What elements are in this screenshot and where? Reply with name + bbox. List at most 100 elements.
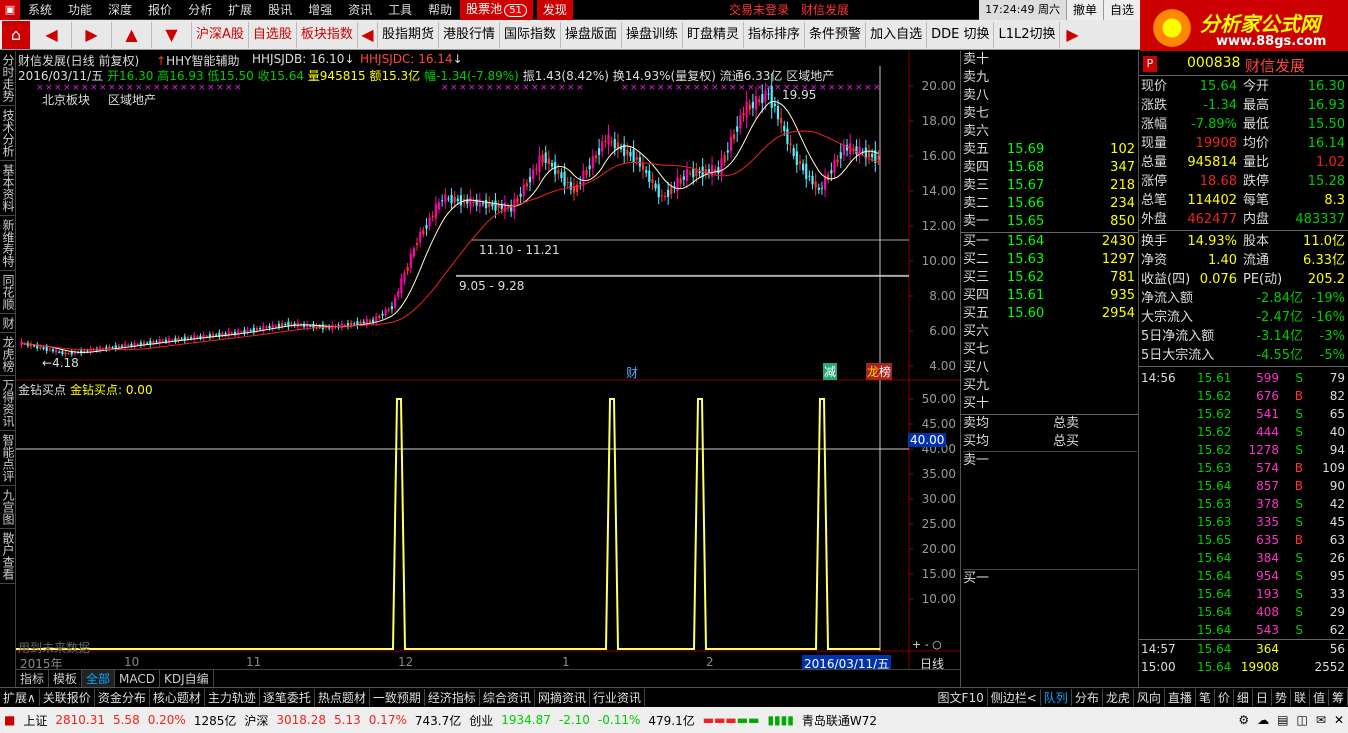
menu-news[interactable]: 股讯	[260, 0, 300, 20]
bottom-tab-4[interactable]: 主力轨迹	[205, 689, 260, 706]
bottom-right-tab-4[interactable]: 龙虎	[1103, 689, 1134, 706]
sell-row[interactable]: 卖七	[963, 105, 1137, 123]
sb-icon-b[interactable]: ☁	[1253, 713, 1273, 727]
bottom-right-tab-12[interactable]: 联	[1291, 689, 1310, 706]
left-tab-1[interactable]: 技术分析	[0, 106, 16, 161]
tb-intl-index[interactable]: 国际指数	[500, 21, 561, 48]
menu-depth[interactable]: 深度	[100, 0, 140, 20]
sell-row[interactable]: 卖四 15.68 347	[963, 159, 1137, 177]
sell-row[interactable]: 卖五 15.69 102	[963, 141, 1137, 159]
bottom-tab-8[interactable]: 经济指标	[425, 689, 480, 706]
sb-icon-e[interactable]: ✉	[1312, 713, 1330, 727]
bottom-right-tab-5[interactable]: 风向	[1134, 689, 1165, 706]
tab-kdj[interactable]: KDJ自编	[160, 669, 214, 688]
left-tab-10[interactable]: 散户查看	[0, 529, 16, 584]
menu-help[interactable]: 帮助	[420, 0, 460, 20]
tag-bang[interactable]: 龙榜	[866, 363, 893, 380]
sell-row[interactable]: 卖十	[963, 51, 1137, 69]
menu-info[interactable]: 资讯	[340, 0, 380, 20]
bottom-right-tab-2[interactable]: 队列	[1041, 689, 1072, 706]
sell-row[interactable]: 卖六	[963, 123, 1137, 141]
tb-sector-index[interactable]: 板块指数	[297, 21, 358, 48]
left-tab-4[interactable]: 同花顺	[0, 271, 16, 314]
trade-status[interactable]: 交易未登录	[723, 1, 795, 18]
bottom-tab-10[interactable]: 网摘资讯	[535, 689, 590, 706]
menu-tools[interactable]: 工具	[380, 0, 420, 20]
tag-jian[interactable]: 减	[823, 363, 838, 380]
tb-watchlist[interactable]: 自选股	[249, 21, 297, 48]
p-icon[interactable]: P	[1143, 56, 1157, 72]
withdraw-button[interactable]: 撤单	[1065, 0, 1103, 20]
sell-row[interactable]: 卖二 15.66 234	[963, 195, 1137, 213]
auto-button[interactable]: 自选	[1102, 0, 1140, 20]
bottom-right-tab-9[interactable]: 细	[1234, 689, 1253, 706]
bottom-right-tab-6[interactable]: 直播	[1165, 689, 1196, 706]
hs-label[interactable]: 沪深	[240, 712, 272, 729]
tb-l1l2[interactable]: L1L2切换	[994, 21, 1061, 48]
bottom-right-tab-1[interactable]: 侧边栏<	[988, 689, 1041, 706]
bottom-right-tab-8[interactable]: 价	[1215, 689, 1234, 706]
tb-monitor[interactable]: 盯盘精灵	[683, 21, 745, 48]
tb-dde[interactable]: DDE 切换	[927, 21, 995, 48]
buy-row[interactable]: 买三 15.62 781	[963, 269, 1137, 287]
discover-button[interactable]: 发现	[536, 0, 573, 20]
sb-icon-a[interactable]: ⚙	[1234, 713, 1253, 727]
tb-training[interactable]: 操盘训练	[622, 21, 684, 48]
bottom-tab-2[interactable]: 资金分布	[95, 689, 150, 706]
sb-icon-f[interactable]: ✕	[1330, 713, 1348, 727]
region-realestate[interactable]: 区域地产	[108, 91, 156, 108]
home-icon[interactable]: ⌂	[2, 20, 30, 49]
bottom-right-tab-7[interactable]: 笔	[1196, 689, 1215, 706]
left-tab-6[interactable]: 龙虎榜	[0, 333, 16, 376]
bottom-right-tab-11[interactable]: 势	[1272, 689, 1291, 706]
back-arrow-icon[interactable]: ◀	[32, 21, 72, 48]
menu-enhance[interactable]: 增强	[300, 0, 340, 20]
left-tab-2[interactable]: 基本资料	[0, 161, 16, 216]
kline-chart-area[interactable]: 4.00 6.00 8.00 10.00 12.00 14.00 16.00 18.00 20.…	[16, 51, 960, 672]
menu-quote[interactable]: 报价	[140, 0, 180, 20]
buy-row[interactable]: 买九	[963, 377, 1137, 395]
buy-row[interactable]: 买一 15.64 2430	[963, 233, 1137, 251]
buy-row[interactable]: 买七	[963, 341, 1137, 359]
bottom-tab-0[interactable]: 扩展∧	[0, 689, 40, 706]
tb-left-icon[interactable]: ◀	[358, 21, 378, 48]
bottom-tab-11[interactable]: 行业资讯	[590, 689, 645, 706]
sh-label[interactable]: 上证	[19, 712, 51, 729]
up-arrow-icon[interactable]: ▲	[112, 21, 152, 48]
app-logo-icon[interactable]: ▣	[0, 0, 20, 20]
menu-extend[interactable]: 扩展	[220, 0, 260, 20]
bottom-tab-3[interactable]: 核心题材	[150, 689, 205, 706]
sell-row[interactable]: 卖八	[963, 87, 1137, 105]
bottom-tab-7[interactable]: 一致预期	[370, 689, 425, 706]
tab-template[interactable]: 模板	[49, 669, 83, 688]
bottom-right-tab-14[interactable]: 筹	[1329, 689, 1348, 706]
left-tab-3[interactable]: 新维寿特	[0, 216, 16, 271]
sell-row[interactable]: 卖三 15.67 218	[963, 177, 1137, 195]
left-tab-9[interactable]: 九宫图	[0, 486, 16, 529]
tab-macd[interactable]: MACD	[115, 669, 161, 688]
buy-row[interactable]: 买二 15.63 1297	[963, 251, 1137, 269]
buy-row[interactable]: 买十	[963, 395, 1137, 413]
stock-pool-button[interactable]: 股票池 51	[460, 0, 533, 21]
buy-row[interactable]: 买四 15.61 935	[963, 287, 1137, 305]
tag-cai[interactable]: 财	[626, 364, 638, 381]
bottom-right-tab-3[interactable]: 分布	[1072, 689, 1103, 706]
cy-label[interactable]: 创业	[465, 712, 497, 729]
tb-add-watch[interactable]: 加入自选	[866, 21, 928, 48]
bottom-tab-6[interactable]: 热点题材	[315, 689, 370, 706]
tab-indicator[interactable]: 指标	[16, 669, 50, 688]
menu-function[interactable]: 功能	[60, 0, 100, 20]
bottom-tab-9[interactable]: 综合资讯	[480, 689, 535, 706]
tb-indicator-sort[interactable]: 指标排序	[744, 21, 806, 48]
menu-analysis[interactable]: 分析	[180, 0, 220, 20]
left-tab-7[interactable]: 万得资讯	[0, 376, 16, 431]
buy-row[interactable]: 买六	[963, 323, 1137, 341]
left-tab-0[interactable]: 分时走势	[0, 51, 16, 106]
forward-arrow-icon[interactable]: ▶	[72, 21, 112, 48]
tb-hk[interactable]: 港股行情	[439, 21, 500, 48]
tb-layout[interactable]: 操盘版面	[561, 21, 622, 48]
bottom-tab-5[interactable]: 逐笔委托	[260, 689, 315, 706]
sb-icon-c[interactable]: ▤	[1273, 713, 1292, 727]
tb-hs-a[interactable]: 沪深A股	[192, 21, 249, 48]
zoom-controls[interactable]: + - ○	[912, 638, 942, 651]
